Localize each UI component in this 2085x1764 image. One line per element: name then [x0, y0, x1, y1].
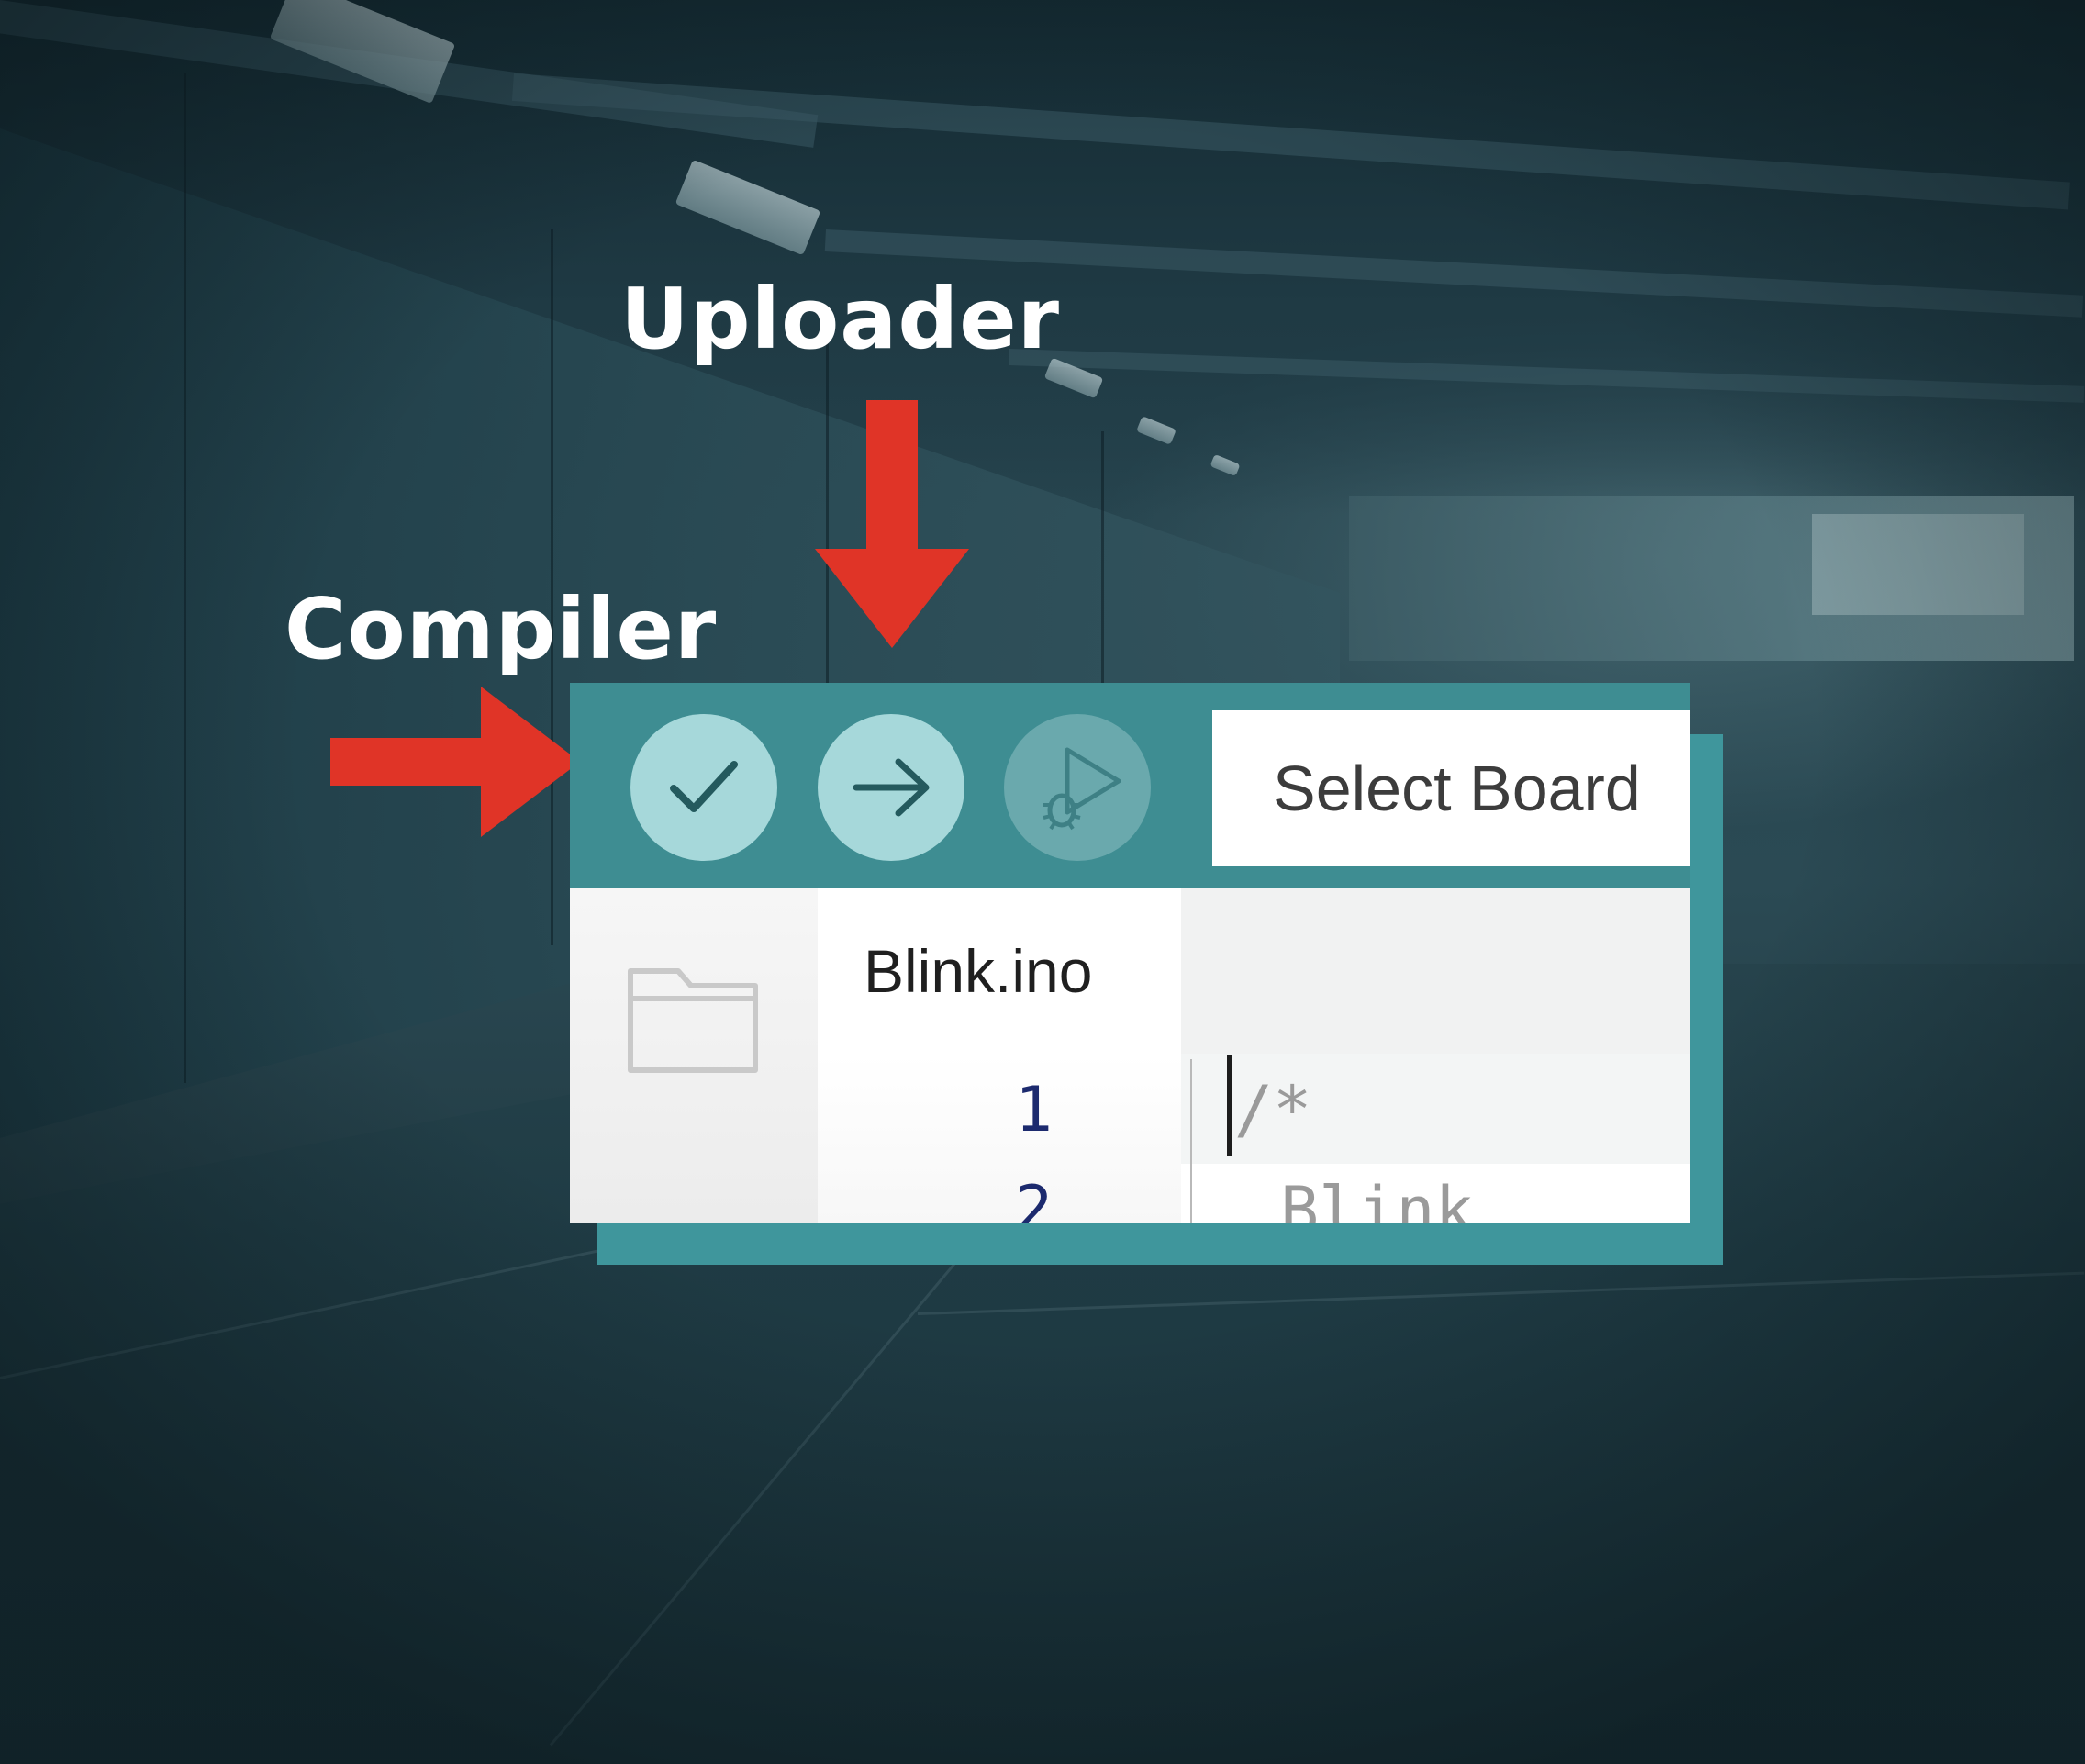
compiler-label: Compiler — [284, 580, 718, 678]
line-number: 1 — [1015, 1074, 1053, 1146]
uploader-label: Uploader — [620, 270, 1061, 368]
code-line: Blink — [1280, 1173, 1474, 1223]
line-number: 2 — [1015, 1173, 1053, 1223]
compiler-arrow-shaft — [330, 738, 488, 786]
code-line: /* — [1234, 1072, 1312, 1147]
uploader-arrow-shaft — [866, 400, 918, 556]
editor-text-layer: 1 2 /* Blink — [570, 683, 1690, 1223]
